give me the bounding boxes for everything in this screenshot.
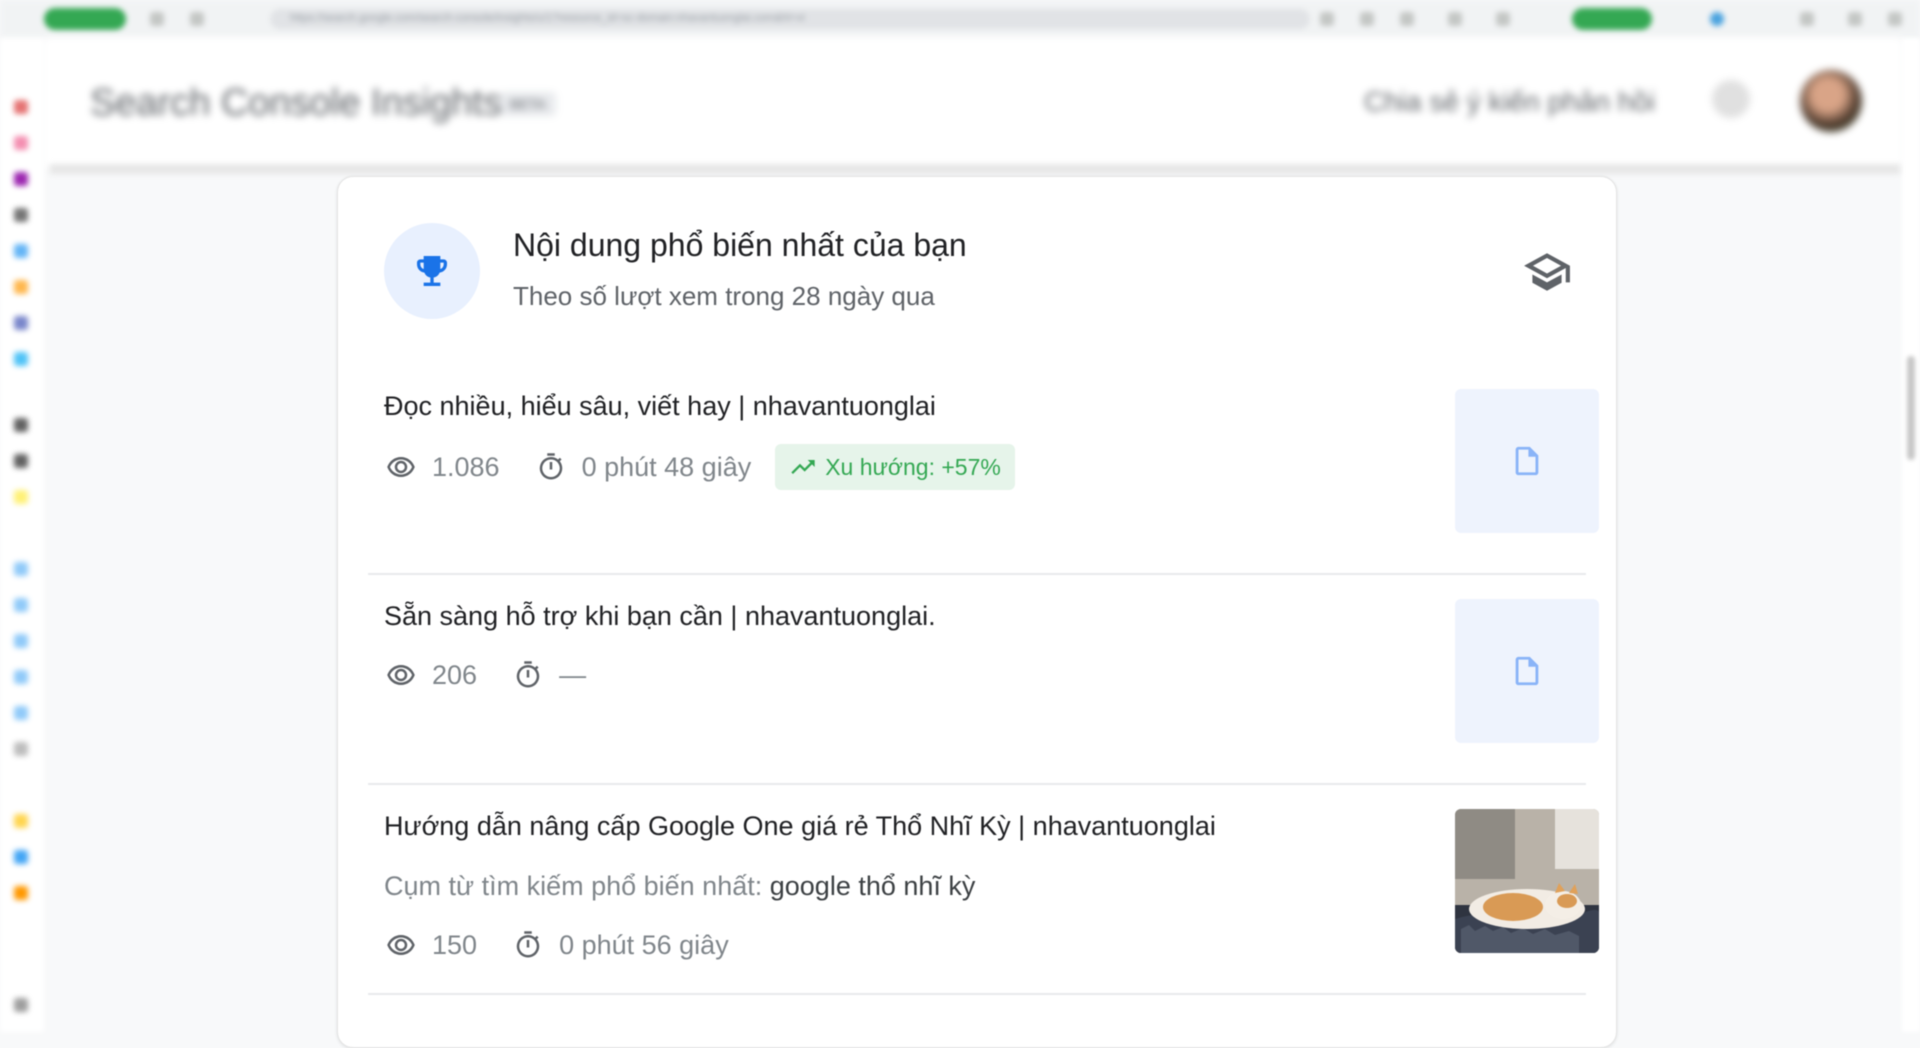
document-icon — [1515, 656, 1539, 686]
article-thumbnail[interactable] — [1455, 809, 1599, 953]
list-item[interactable]: Sẵn sàng hỗ trợ khi bạn cần | nhavantuon… — [368, 599, 1599, 789]
sidebar-app-icon[interactable] — [14, 208, 28, 222]
sidebar-app-icon[interactable] — [14, 490, 28, 504]
sidebar-app-icon[interactable] — [14, 280, 28, 294]
top-query-label: Cụm từ tìm kiếm phổ biến nhất: — [384, 871, 770, 901]
trending-up-icon — [791, 460, 815, 474]
share-icon[interactable] — [1360, 12, 1374, 26]
sidebar-app-icon[interactable] — [14, 850, 28, 864]
trend-label: Xu hướng: +57% — [825, 453, 1001, 480]
cat-photo — [1455, 809, 1599, 953]
trophy-icon — [384, 223, 480, 319]
trend-badge: Xu hướng: +57% — [775, 444, 1015, 490]
sidebar-app-icon[interactable] — [14, 998, 28, 1012]
feedback-link[interactable]: Chia sẻ ý kiến phản hồi — [1364, 86, 1655, 118]
sidebar-app-icon[interactable] — [14, 100, 28, 114]
history-icon[interactable] — [1496, 12, 1510, 26]
update-pill[interactable] — [1572, 8, 1652, 30]
scrollbar-thumb[interactable] — [1907, 356, 1915, 460]
top-query-value: google thổ nhĩ kỳ — [769, 871, 976, 901]
browser-sidebar — [0, 38, 44, 1032]
sidebar-app-icon[interactable] — [14, 634, 28, 648]
tab-icon[interactable] — [190, 12, 204, 26]
download-icon[interactable] — [1448, 12, 1462, 26]
card-title: Nội dung phổ biến nhất của bạn — [513, 227, 967, 263]
card-subtitle: Theo số lượt xem trong 28 ngày qua — [513, 281, 935, 311]
row-divider — [368, 573, 1586, 575]
list-item[interactable]: Hướng dẫn nâng cấp Google One giá rẻ Thổ… — [368, 809, 1599, 1019]
browser-toolbar: https://search.google.com/search-console… — [0, 0, 1920, 38]
sidebar-app-icon[interactable] — [14, 814, 28, 828]
back-icon[interactable] — [150, 12, 164, 26]
item-metrics: 206 — — [384, 651, 620, 699]
page-scrollbar[interactable] — [1902, 38, 1920, 1032]
extension-icon[interactable] — [1400, 12, 1414, 26]
sidebar-app-icon[interactable] — [14, 706, 28, 720]
settings-icon[interactable] — [1712, 80, 1750, 118]
eye-icon — [384, 928, 418, 962]
row-divider — [368, 993, 1586, 995]
item-metrics: 1.086 0 phút 48 giây Xu hướng: +57% — [384, 443, 1015, 491]
document-thumbnail[interactable] — [1455, 599, 1599, 743]
item-metrics: 150 0 phút 56 giây — [384, 921, 763, 969]
content-title[interactable]: Sẵn sàng hỗ trợ khi bạn cần | nhavantuon… — [384, 601, 936, 632]
content-title[interactable]: Hướng dẫn nâng cấp Google One giá rẻ Thổ… — [384, 811, 1216, 842]
sidebar-app-icon[interactable] — [14, 136, 28, 150]
browser-profile-icon[interactable] — [1710, 12, 1724, 26]
sidebar-app-icon[interactable] — [14, 244, 28, 258]
minimize-icon[interactable] — [1800, 12, 1814, 26]
eye-icon — [384, 658, 418, 692]
app-header: Search Console Insights BETA Chia sẻ ý k… — [44, 38, 1902, 168]
sidebar-app-icon[interactable] — [14, 316, 28, 330]
sidebar-app-icon[interactable] — [14, 418, 28, 432]
sidebar-app-icon[interactable] — [14, 352, 28, 366]
avg-duration: 0 phút 56 giây — [559, 929, 729, 960]
content-title[interactable]: Đọc nhiều, hiểu sâu, viết hay | nhavantu… — [384, 391, 936, 422]
address-bar-text: https://search.google.com/search-console… — [290, 12, 805, 24]
app-title: Search Console Insights — [90, 82, 502, 124]
list-item[interactable]: Đọc nhiều, hiểu sâu, viết hay | nhavantu… — [368, 389, 1599, 599]
beta-badge: BETA — [500, 92, 556, 116]
top-query-line: Cụm từ tìm kiếm phổ biến nhất: google th… — [384, 871, 975, 902]
graduation-cap-icon[interactable] — [1522, 247, 1572, 297]
row-divider — [368, 783, 1586, 785]
avatar[interactable] — [1800, 70, 1862, 132]
header-divider — [50, 164, 1900, 174]
document-icon — [1515, 446, 1539, 476]
timer-icon — [511, 928, 545, 962]
document-thumbnail[interactable] — [1455, 389, 1599, 533]
profile-pill[interactable] — [44, 8, 126, 30]
views-count: 206 — [432, 659, 478, 690]
sidebar-app-icon[interactable] — [14, 886, 28, 900]
views-count: 1.086 — [432, 451, 500, 482]
sidebar-app-icon[interactable] — [14, 454, 28, 468]
maximize-icon[interactable] — [1848, 12, 1862, 26]
timer-icon — [511, 658, 545, 692]
avg-duration: — — [559, 659, 587, 690]
eye-icon — [384, 450, 418, 484]
timer-icon — [534, 450, 568, 484]
sidebar-app-icon[interactable] — [14, 742, 28, 756]
views-count: 150 — [432, 929, 478, 960]
sidebar-app-icon[interactable] — [14, 562, 28, 576]
top-content-card: Nội dung phổ biến nhất của bạn Theo số l… — [337, 176, 1617, 1048]
bookmark-icon[interactable] — [1320, 12, 1334, 26]
sidebar-app-icon[interactable] — [14, 172, 28, 186]
close-window-icon[interactable] — [1888, 12, 1902, 26]
sidebar-app-icon[interactable] — [14, 670, 28, 684]
sidebar-app-icon[interactable] — [14, 598, 28, 612]
avg-duration: 0 phút 48 giây — [581, 451, 752, 482]
